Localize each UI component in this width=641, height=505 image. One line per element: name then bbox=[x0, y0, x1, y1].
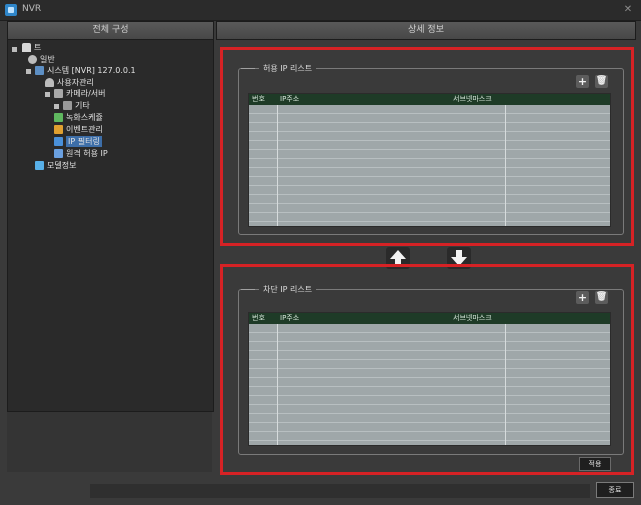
tree-node-etc[interactable]: 기타 bbox=[63, 100, 90, 111]
allow-ip-highlight-frame bbox=[220, 47, 634, 246]
tree-expander[interactable] bbox=[26, 69, 31, 74]
title-bar: NVR ✕ bbox=[0, 0, 641, 21]
remote-icon bbox=[54, 149, 63, 158]
camera-icon bbox=[54, 89, 63, 98]
left-bottom-area bbox=[7, 411, 212, 472]
tree-node-ip-filter[interactable]: IP 필터링 bbox=[54, 136, 102, 147]
tree-node-remote-ip[interactable]: 원격 허용 IP bbox=[54, 148, 108, 159]
filter-icon bbox=[54, 137, 63, 146]
detail-panel-header: 상세 정보 bbox=[216, 21, 636, 40]
info-icon bbox=[35, 161, 44, 170]
block-ip-highlight-frame bbox=[220, 264, 634, 475]
tree-expander[interactable] bbox=[12, 47, 17, 52]
app-icon bbox=[5, 4, 17, 16]
tree-node-general[interactable]: 일반 bbox=[28, 54, 55, 65]
config-tree-panel: 전체 구성 트 일반 시스템 [NVR] 127.0.0.1 사용자관리 카메라… bbox=[7, 21, 214, 412]
close-button[interactable]: 종료 bbox=[596, 482, 634, 498]
status-bar bbox=[90, 484, 590, 498]
tree-expander[interactable] bbox=[45, 92, 50, 97]
window-title: NVR bbox=[22, 4, 42, 14]
tree-node-event[interactable]: 이벤트관리 bbox=[54, 124, 103, 135]
tree-node-users[interactable]: 사용자관리 bbox=[45, 77, 94, 88]
server-icon bbox=[35, 66, 44, 75]
tree-expander[interactable] bbox=[54, 104, 59, 109]
grid-icon bbox=[63, 101, 72, 110]
tree-panel-header: 전체 구성 bbox=[8, 22, 213, 40]
user-icon bbox=[45, 78, 54, 87]
tree-node-root[interactable]: 트 bbox=[22, 42, 41, 53]
gear-icon bbox=[28, 55, 37, 64]
schedule-icon bbox=[54, 113, 63, 122]
home-icon bbox=[22, 43, 31, 52]
tree-node-system[interactable]: 시스템 [NVR] 127.0.0.1 bbox=[35, 65, 136, 76]
close-icon[interactable]: ✕ bbox=[621, 3, 635, 16]
tree-node-model-info[interactable]: 모델정보 bbox=[35, 160, 76, 171]
tree-node-schedule[interactable]: 녹화스케쥴 bbox=[54, 112, 103, 123]
event-icon bbox=[54, 125, 63, 134]
tree-node-camera-server[interactable]: 카메라/서버 bbox=[54, 88, 106, 99]
